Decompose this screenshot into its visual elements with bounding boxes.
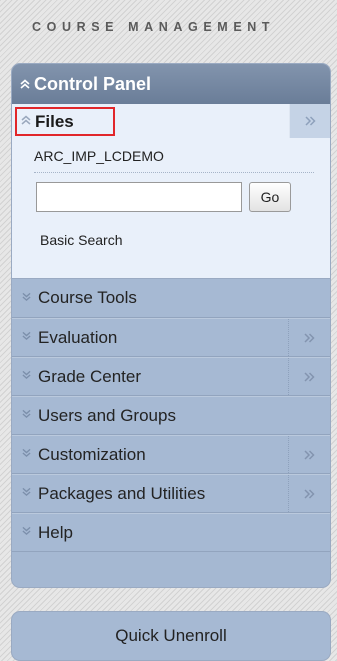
nav-item-label: Packages and Utilities bbox=[38, 483, 206, 503]
double-chevron-up-icon bbox=[21, 115, 31, 128]
nav-item-evaluation[interactable]: Evaluation bbox=[12, 318, 330, 357]
nav-item-customization[interactable]: Customization bbox=[12, 435, 330, 474]
double-chevron-right-icon bbox=[304, 332, 315, 343]
course-management-sidebar: COURSE MANAGEMENT Control Panel Files AR… bbox=[0, 0, 337, 661]
files-flyout-button[interactable] bbox=[289, 104, 330, 138]
double-chevron-down-icon bbox=[22, 331, 32, 344]
files-header: Files bbox=[12, 104, 330, 138]
nav-item-course-tools[interactable]: Course Tools bbox=[12, 279, 330, 318]
nav-item-label: Customization bbox=[38, 444, 146, 464]
double-chevron-right-icon bbox=[304, 488, 315, 499]
control-panel-header[interactable]: Control Panel bbox=[12, 64, 330, 104]
files-label: Files bbox=[35, 111, 74, 131]
nav-item-label: Evaluation bbox=[38, 327, 118, 347]
nav-item-packages-and-utilities[interactable]: Packages and Utilities bbox=[12, 474, 330, 513]
packages-flyout-button[interactable] bbox=[288, 475, 330, 512]
double-chevron-down-icon bbox=[22, 370, 32, 383]
grade-center-flyout-button[interactable] bbox=[288, 358, 330, 395]
course-folder-link[interactable]: ARC_IMP_LCDEMO bbox=[34, 148, 314, 173]
files-section: Files ARC_IMP_LCDEMO Go Basic Search bbox=[12, 104, 330, 279]
control-panel-nav: Course Tools Evaluation Grade Center Use… bbox=[12, 279, 330, 552]
nav-item-label: Help bbox=[38, 522, 73, 542]
double-chevron-right-icon bbox=[304, 113, 316, 129]
customization-flyout-button[interactable] bbox=[288, 436, 330, 473]
nav-item-label: Users and Groups bbox=[38, 405, 176, 425]
control-panel: Control Panel Files ARC_IMP_LCDEMO Go Ba… bbox=[12, 64, 330, 587]
double-chevron-down-icon bbox=[22, 526, 32, 539]
files-search-input[interactable] bbox=[36, 182, 242, 212]
double-chevron-right-icon bbox=[304, 371, 315, 382]
double-chevron-down-icon bbox=[22, 409, 32, 422]
nav-item-help[interactable]: Help bbox=[12, 513, 330, 552]
double-chevron-down-icon bbox=[22, 448, 32, 461]
files-menu-item[interactable]: Files bbox=[15, 107, 115, 136]
double-chevron-up-icon bbox=[20, 79, 30, 89]
quick-unenroll-button[interactable]: Quick Unenroll bbox=[12, 612, 330, 660]
basic-search-link[interactable]: Basic Search bbox=[40, 232, 122, 248]
evaluation-flyout-button[interactable] bbox=[288, 319, 330, 356]
nav-item-users-and-groups[interactable]: Users and Groups bbox=[12, 396, 330, 435]
go-button[interactable]: Go bbox=[249, 182, 291, 212]
nav-item-label: Grade Center bbox=[38, 366, 141, 386]
double-chevron-right-icon bbox=[304, 449, 315, 460]
double-chevron-down-icon bbox=[22, 292, 32, 305]
course-management-title: COURSE MANAGEMENT bbox=[32, 20, 276, 34]
double-chevron-down-icon bbox=[22, 487, 32, 500]
nav-item-grade-center[interactable]: Grade Center bbox=[12, 357, 330, 396]
nav-item-label: Course Tools bbox=[38, 288, 137, 307]
control-panel-title: Control Panel bbox=[34, 73, 152, 94]
